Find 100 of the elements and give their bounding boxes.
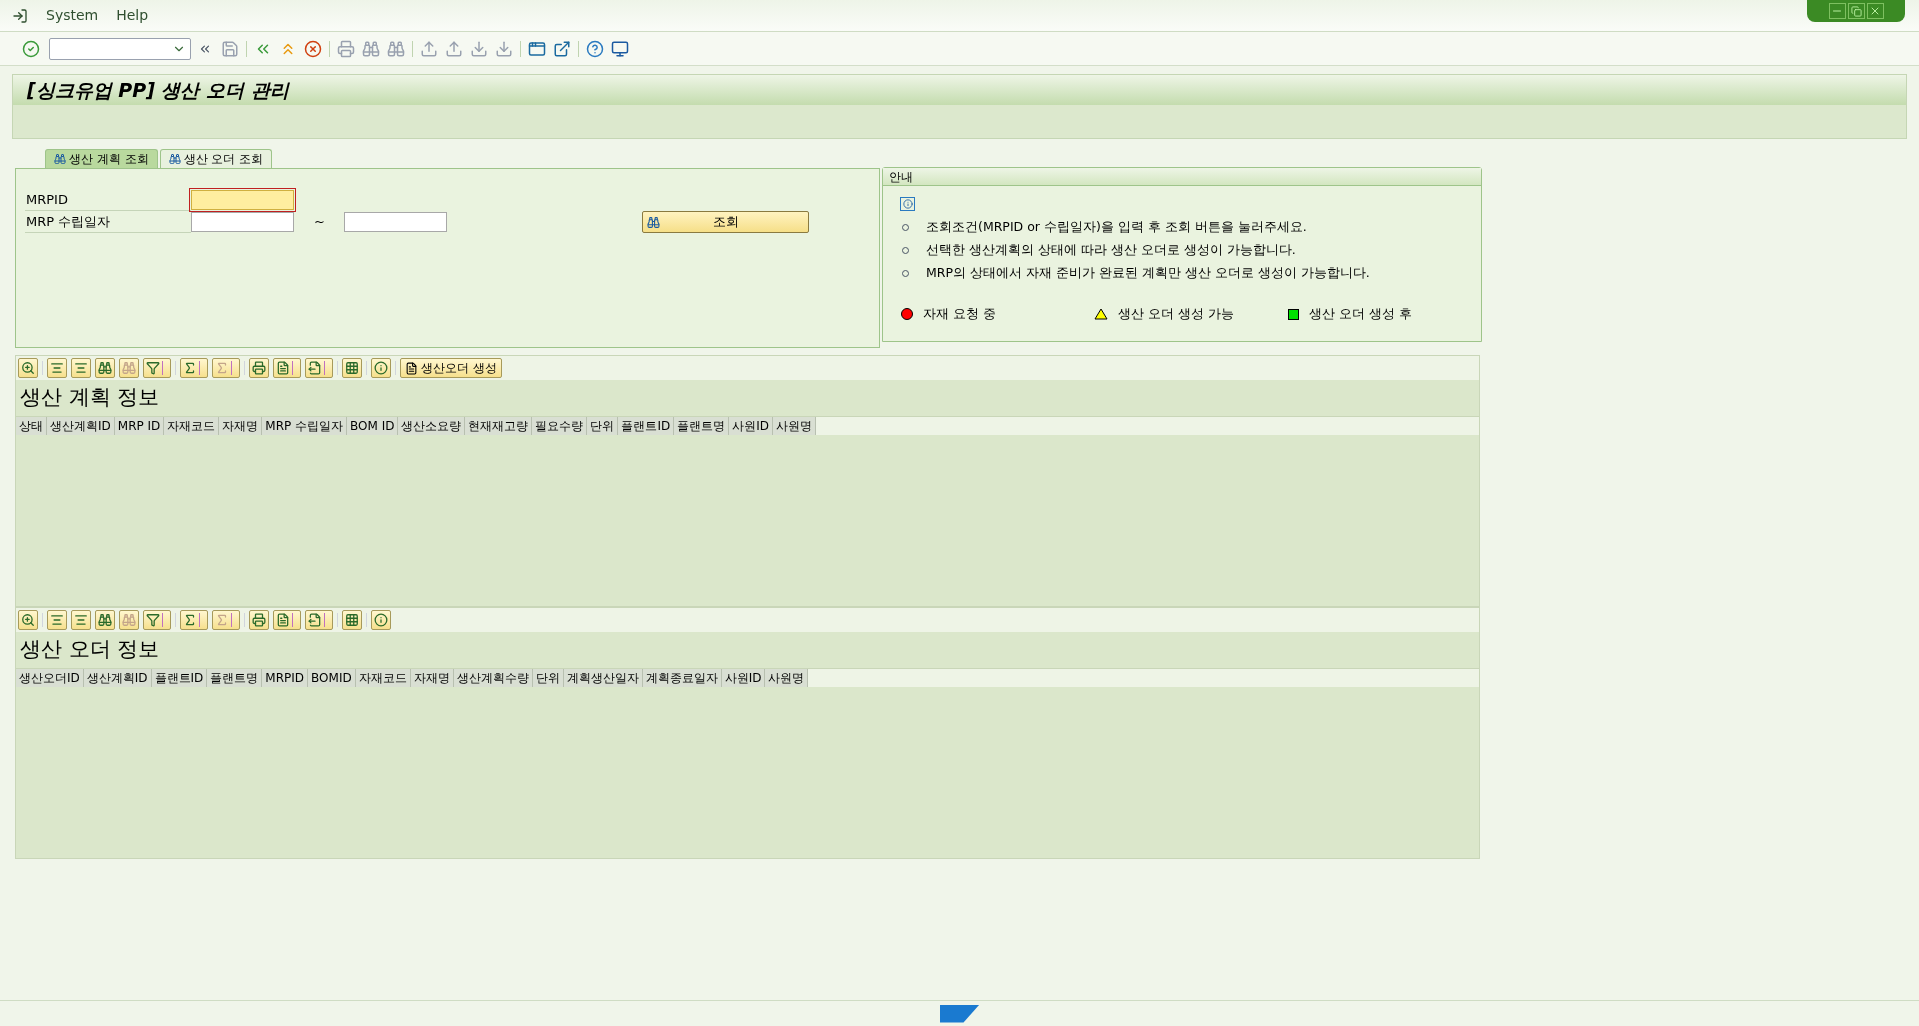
sort-ascending-button[interactable] bbox=[47, 610, 67, 630]
filter-icon bbox=[146, 361, 160, 375]
column-header[interactable]: 생산계획ID bbox=[83, 669, 152, 687]
document-icon bbox=[276, 613, 290, 627]
restore-icon bbox=[1850, 5, 1862, 17]
column-header[interactable]: 사원ID bbox=[721, 669, 766, 687]
info-button[interactable] bbox=[371, 358, 391, 378]
sort-descending-button[interactable] bbox=[71, 610, 91, 630]
column-header[interactable]: BOM ID bbox=[347, 417, 399, 435]
find-next-button[interactable] bbox=[119, 610, 139, 630]
column-header[interactable]: 상태 bbox=[16, 417, 47, 435]
lines-icon bbox=[74, 361, 88, 375]
shortcut-icon bbox=[553, 39, 571, 58]
menu-icon[interactable] bbox=[12, 7, 28, 24]
page-arrow-icon bbox=[495, 39, 513, 58]
column-header[interactable]: MRPID bbox=[262, 669, 309, 687]
export-button[interactable] bbox=[305, 358, 333, 378]
view-button[interactable] bbox=[273, 610, 301, 630]
column-header[interactable]: 사원ID bbox=[729, 417, 774, 435]
print-button[interactable] bbox=[249, 358, 269, 378]
menu-item[interactable]: System bbox=[46, 5, 99, 26]
close-button[interactable] bbox=[1866, 3, 1884, 19]
binoculars-icon bbox=[98, 361, 112, 375]
info-text: MRP의 상태에서 자재 준비가 완료된 계획만 생산 오더로 생성이 가능합니다. bbox=[926, 264, 1370, 283]
details-button[interactable] bbox=[18, 610, 38, 630]
column-header[interactable]: BOMID bbox=[308, 669, 356, 687]
sum-button[interactable] bbox=[180, 358, 208, 378]
binoculars-icon bbox=[122, 361, 136, 375]
subtotal-button[interactable] bbox=[212, 610, 240, 630]
command-field[interactable] bbox=[49, 37, 191, 60]
filter-button[interactable] bbox=[143, 610, 171, 630]
monitor-icon bbox=[611, 39, 629, 58]
column-header[interactable]: MRP ID bbox=[114, 417, 165, 435]
column-header[interactable]: 자재코드 bbox=[355, 669, 411, 687]
column-header[interactable]: 사원명 bbox=[765, 669, 809, 687]
binoculars-icon bbox=[387, 39, 405, 58]
menu-item[interactable]: Help bbox=[116, 5, 149, 26]
window-icon bbox=[528, 39, 546, 58]
printer-icon bbox=[252, 361, 266, 375]
document-icon bbox=[405, 361, 418, 375]
column-header[interactable]: 생산계획ID bbox=[47, 417, 115, 435]
find-next-button[interactable] bbox=[119, 358, 139, 378]
input-field[interactable] bbox=[191, 190, 294, 210]
find-button[interactable] bbox=[95, 358, 115, 378]
column-header[interactable]: 단위 bbox=[532, 669, 564, 687]
input-field[interactable] bbox=[344, 212, 447, 232]
lines-icon bbox=[50, 361, 64, 375]
filter-button[interactable] bbox=[143, 358, 171, 378]
printer-icon bbox=[252, 613, 266, 627]
column-header[interactable]: 플랜트명 bbox=[207, 669, 263, 687]
column-header[interactable]: 생산계획수량 bbox=[453, 669, 533, 687]
export-button[interactable] bbox=[305, 610, 333, 630]
logo-icon bbox=[939, 1004, 980, 1023]
column-header[interactable]: 필요수량 bbox=[532, 417, 588, 435]
magnifier-icon bbox=[21, 361, 35, 375]
restore-button[interactable] bbox=[1847, 3, 1865, 19]
search-button[interactable]: 조회 bbox=[642, 211, 809, 233]
column-header[interactable]: 플랜트명 bbox=[674, 417, 730, 435]
layout-button[interactable] bbox=[342, 358, 362, 378]
sigma-icon bbox=[215, 361, 229, 375]
cancel-icon bbox=[304, 39, 322, 58]
find-button[interactable] bbox=[95, 610, 115, 630]
layout-button[interactable] bbox=[342, 610, 362, 630]
info-title: 안내 bbox=[883, 168, 1481, 186]
column-header[interactable]: 플랜트ID bbox=[618, 417, 675, 435]
column-header[interactable]: 계획종료일자 bbox=[642, 669, 722, 687]
column-header[interactable]: 플랜트ID bbox=[151, 669, 208, 687]
info-button[interactable] bbox=[371, 610, 391, 630]
tab[interactable]: 생산 오더 조회 bbox=[159, 149, 273, 168]
minimize-button[interactable] bbox=[1828, 3, 1846, 19]
legend-label: 생산 오더 생성 후 bbox=[1308, 305, 1412, 323]
screen-title: [싱크유업 PP] 생산 오더 관리 bbox=[13, 75, 1906, 105]
print-button[interactable] bbox=[249, 610, 269, 630]
column-header[interactable]: 자재명 bbox=[410, 669, 454, 687]
input-field[interactable] bbox=[191, 212, 294, 232]
column-header[interactable]: 계획생산일자 bbox=[563, 669, 643, 687]
column-header[interactable]: 생산오더ID bbox=[16, 669, 84, 687]
details-button[interactable] bbox=[18, 358, 38, 378]
document-icon bbox=[276, 361, 290, 375]
column-header[interactable]: 단위 bbox=[587, 417, 619, 435]
column-header[interactable]: 자재코드 bbox=[164, 417, 220, 435]
column-header[interactable]: MRP 수립일자 bbox=[262, 417, 348, 435]
sum-button[interactable] bbox=[180, 610, 208, 630]
subtotal-button[interactable] bbox=[212, 358, 240, 378]
column-header[interactable]: 생산소요량 bbox=[398, 417, 466, 435]
column-header[interactable]: 현재재고량 bbox=[465, 417, 533, 435]
document-arrow-icon bbox=[308, 613, 322, 627]
create-order-button[interactable]: 생산오더 생성 bbox=[400, 358, 502, 378]
sort-descending-button[interactable] bbox=[71, 358, 91, 378]
info-icon bbox=[374, 613, 388, 627]
sigma-icon bbox=[183, 613, 197, 627]
sort-ascending-button[interactable] bbox=[47, 358, 67, 378]
column-header[interactable]: 자재명 bbox=[219, 417, 263, 435]
check-icon bbox=[22, 39, 40, 58]
binoculars-icon bbox=[122, 613, 136, 627]
view-button[interactable] bbox=[273, 358, 301, 378]
tab[interactable]: 생산 계획 조회 bbox=[45, 149, 158, 168]
binoculars-icon bbox=[362, 39, 380, 58]
column-header[interactable]: 사원명 bbox=[773, 417, 817, 435]
binoculars-icon bbox=[54, 153, 66, 165]
